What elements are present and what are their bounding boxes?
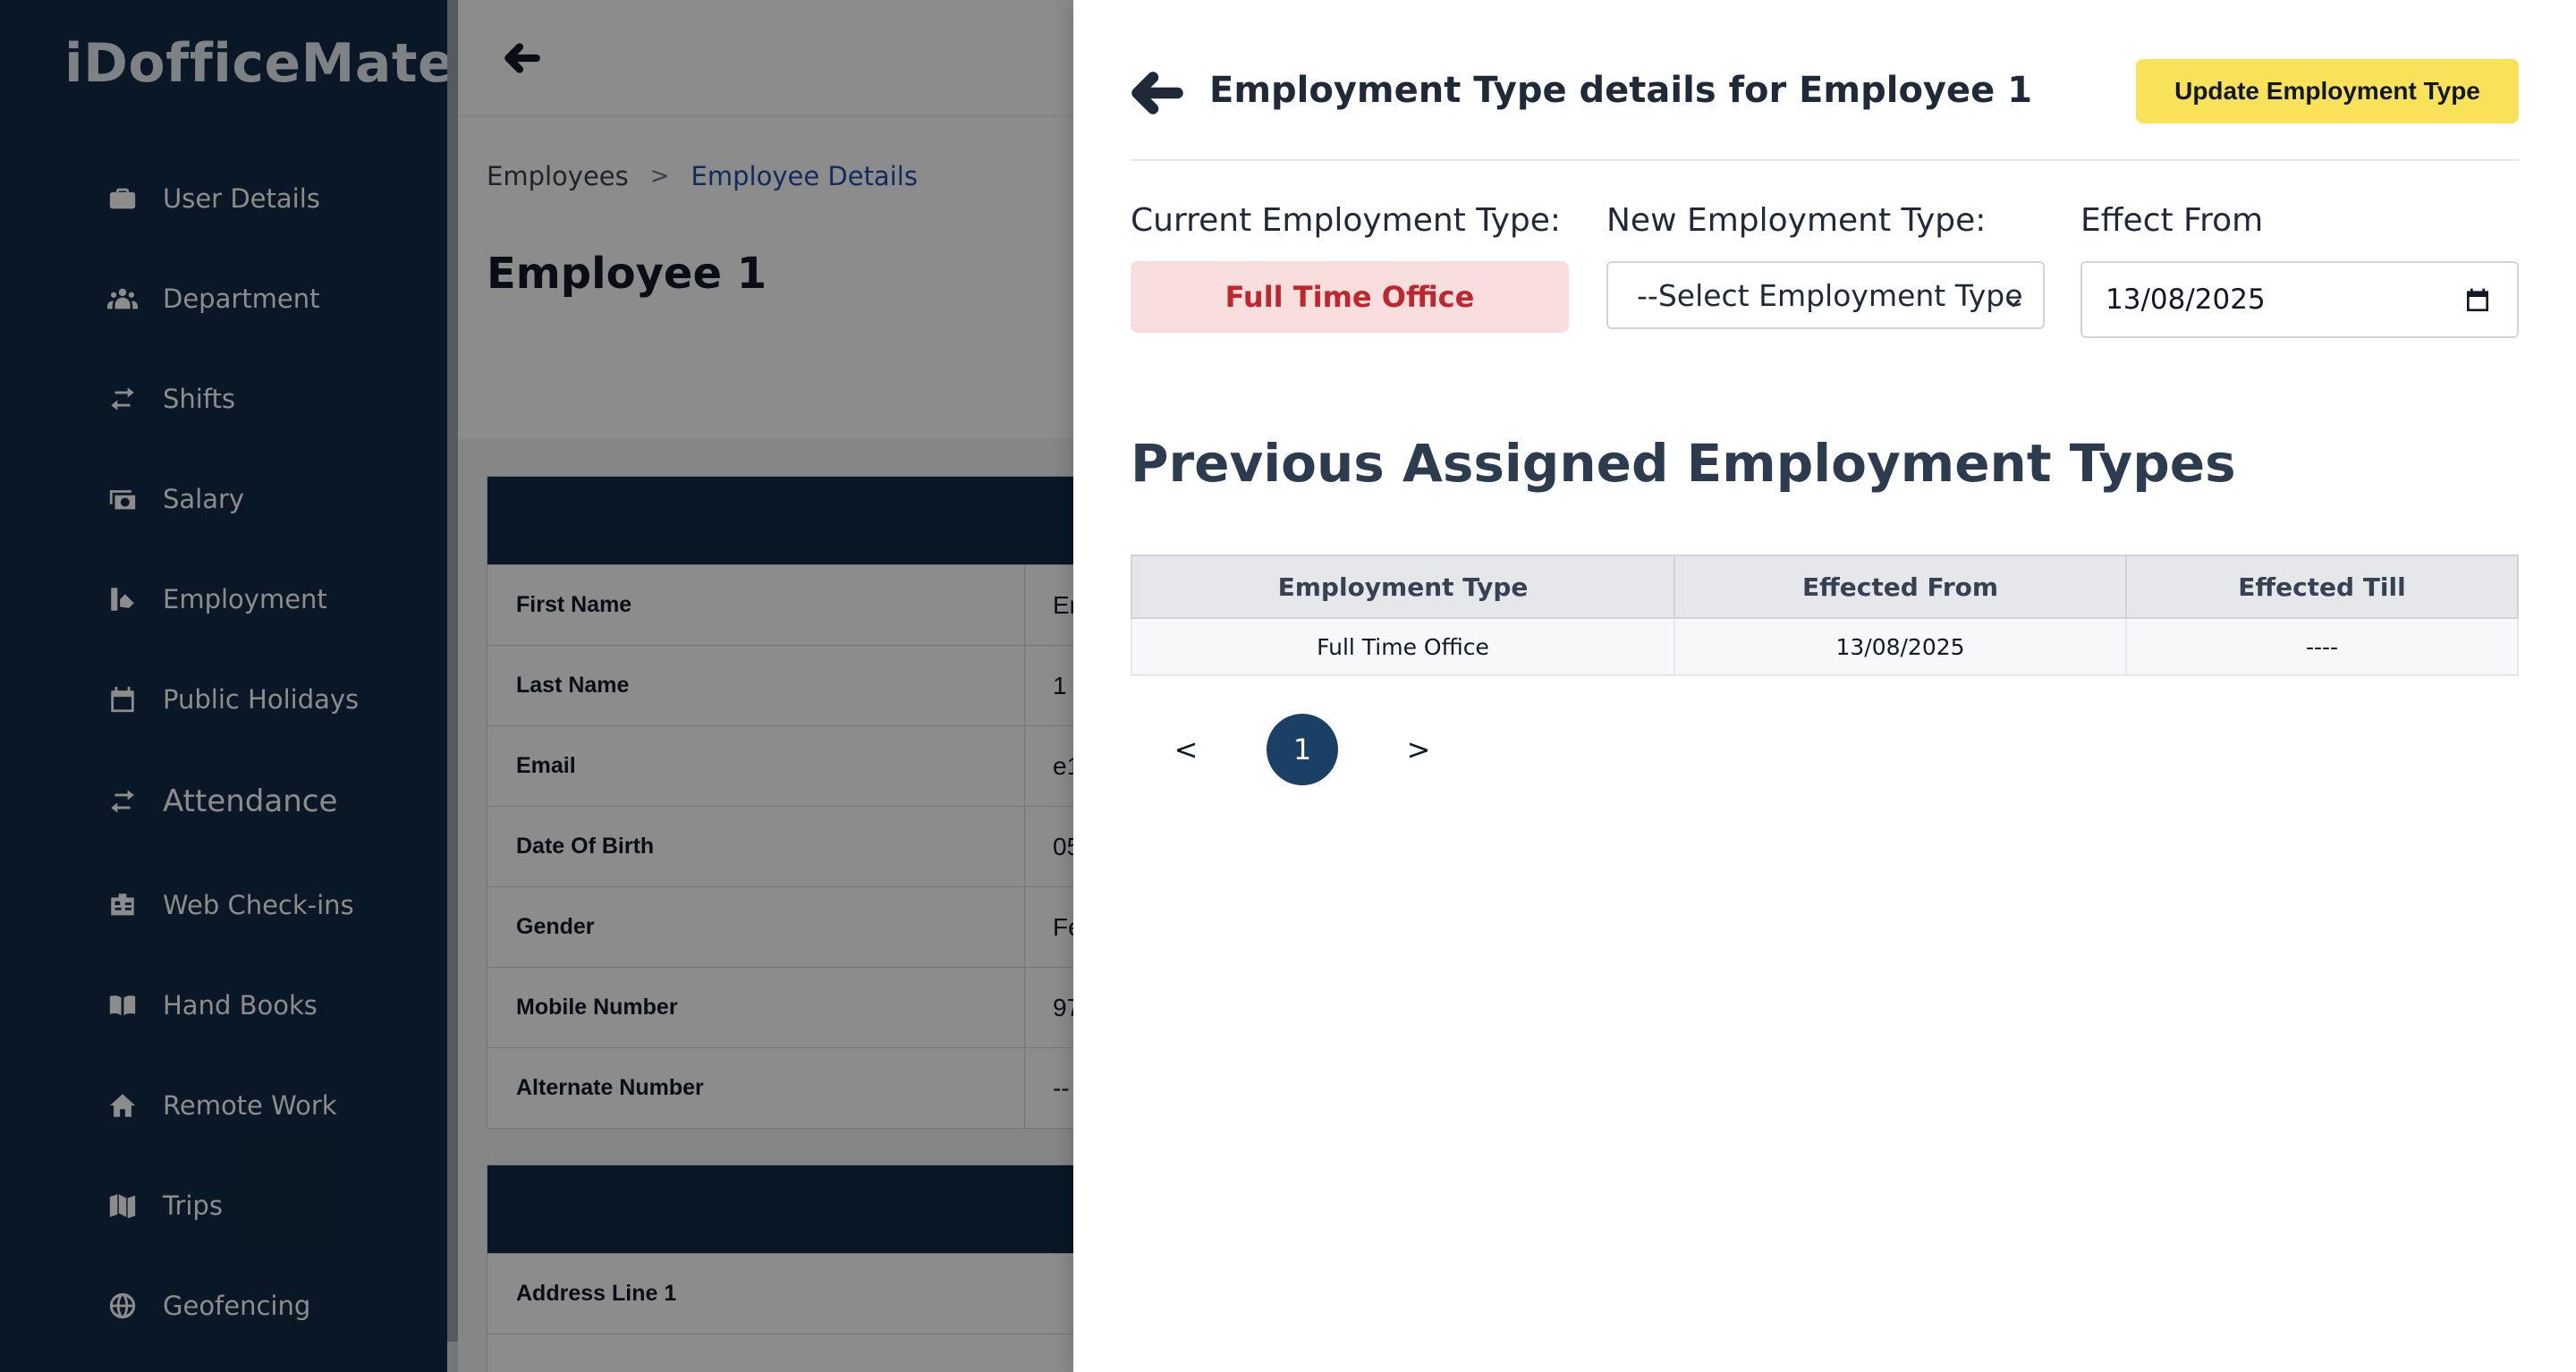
chevron-down-icon (2004, 284, 2023, 308)
calendar-icon[interactable] (2463, 286, 2492, 315)
employment-type-select[interactable]: --Select Employment Type (1606, 261, 2045, 329)
employment-history-table: Employment Type Effected From Effected T… (1131, 555, 2519, 676)
table-header-row: Employment Type Effected From Effected T… (1131, 555, 2519, 619)
date-value: 13/08/2025 (2106, 284, 2266, 316)
current-employment-type-label: Current Employment Type: (1131, 202, 1562, 239)
drawer-title: Employment Type details for Employee 1 (1209, 70, 2033, 111)
current-employment-type-badge: Full Time Office (1131, 261, 1569, 333)
previous-types-heading: Previous Assigned Employment Types (1131, 433, 2236, 494)
new-employment-type-label: New Employment Type: (1606, 202, 1987, 239)
select-value: --Select Employment Type (1637, 277, 2023, 313)
column-header: Effected Till (2125, 555, 2519, 619)
table-cell: 13/08/2025 (1674, 617, 2127, 676)
pagination-prev-button[interactable]: < (1168, 714, 1204, 785)
pagination: < 1 > (1131, 714, 1488, 785)
column-header: Effected From (1674, 555, 2127, 619)
table-cell: Full Time Office (1131, 617, 1675, 676)
divider (1131, 159, 2519, 161)
back-arrow-icon[interactable] (1131, 66, 1184, 120)
table-row: Full Time Office 13/08/2025 ---- (1131, 617, 2519, 676)
pagination-next-button[interactable]: > (1401, 714, 1436, 785)
update-employment-type-button[interactable]: Update Employment Type (2136, 59, 2519, 123)
table-cell: ---- (2125, 617, 2519, 676)
modal-backdrop[interactable] (0, 0, 1073, 1372)
pagination-page-button[interactable]: 1 (1267, 714, 1338, 785)
column-header: Employment Type (1131, 555, 1675, 619)
employment-type-drawer: Employment Type details for Employee 1 U… (1073, 0, 2576, 1372)
effect-from-label: Effect From (2080, 202, 2264, 239)
effect-from-date-input[interactable]: 13/08/2025 (2080, 261, 2519, 338)
